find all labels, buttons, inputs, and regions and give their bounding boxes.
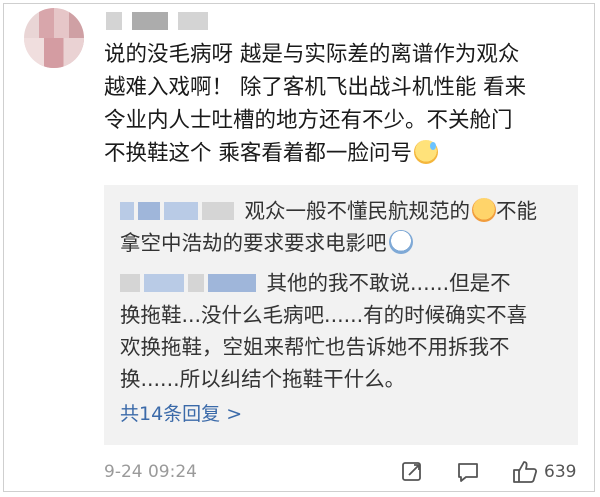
reply-2-text-3: 欢换拖鞋，空姐来帮忙也告诉她不用拆我不: [120, 335, 510, 359]
share-icon[interactable]: [400, 460, 424, 484]
more-replies-link[interactable]: 共14条回复 >: [120, 399, 242, 426]
comment-line-last: 不换鞋这个 乘客看着都一脸问号: [104, 137, 584, 170]
sweat-smile-icon: [413, 140, 438, 164]
comment-line: 说的没毛病呀 越是与实际差的离谱作为观众: [104, 42, 520, 67]
reply-1-text-2: 拿空中浩劫的要求要求电影吧: [120, 231, 387, 255]
shocked-emoji-icon: [388, 230, 413, 254]
replies-box: 观众一般不懂民航规范的 不能 拿空中浩劫的要求要求电影吧 其他的我不敢说.....…: [104, 185, 578, 445]
avatar[interactable]: [24, 8, 84, 68]
reply-2-text-1: 其他的我不敢说......但是不: [266, 271, 511, 295]
like-count: 639: [544, 462, 577, 482]
timestamp: 9-24 09:24: [104, 462, 197, 482]
reply-1-line-1: 观众一般不懂民航规范的 不能: [120, 197, 537, 225]
comment-line-text: 不换鞋这个 乘客看着都一脸问号: [104, 141, 412, 166]
like-icon[interactable]: [512, 460, 538, 484]
comment-footer: 9-24 09:24 639: [104, 460, 582, 486]
reply-2-text-2: 换拖鞋...没什么毛病吧......有的时候确实不喜: [120, 303, 528, 327]
comment-icon[interactable]: [456, 460, 480, 484]
reply-1-text: 观众一般不懂民航规范的: [244, 199, 471, 223]
tongue-emoji-icon: [472, 198, 497, 222]
reply-2-text-4: 换......所以纠结个拖鞋干什么。: [120, 367, 406, 391]
reply-1-line-2: 拿空中浩劫的要求要求电影吧: [120, 229, 413, 257]
comment-body: 说的没毛病呀 越是与实际差的离谱作为观众 越难入戏啊！ 除了客机飞出战斗机性能 …: [104, 38, 584, 170]
reply-1-text-cont: 不能: [496, 199, 538, 223]
reply-2-line-1: 其他的我不敢说......但是不: [120, 269, 511, 297]
username-redacted[interactable]: [106, 12, 226, 32]
comment-line: 令业内人士吐槽的地方还有不少。不关舱门: [104, 108, 513, 133]
comment-line: 越难入戏啊！ 除了客机飞出战斗机性能 看来: [104, 75, 527, 100]
